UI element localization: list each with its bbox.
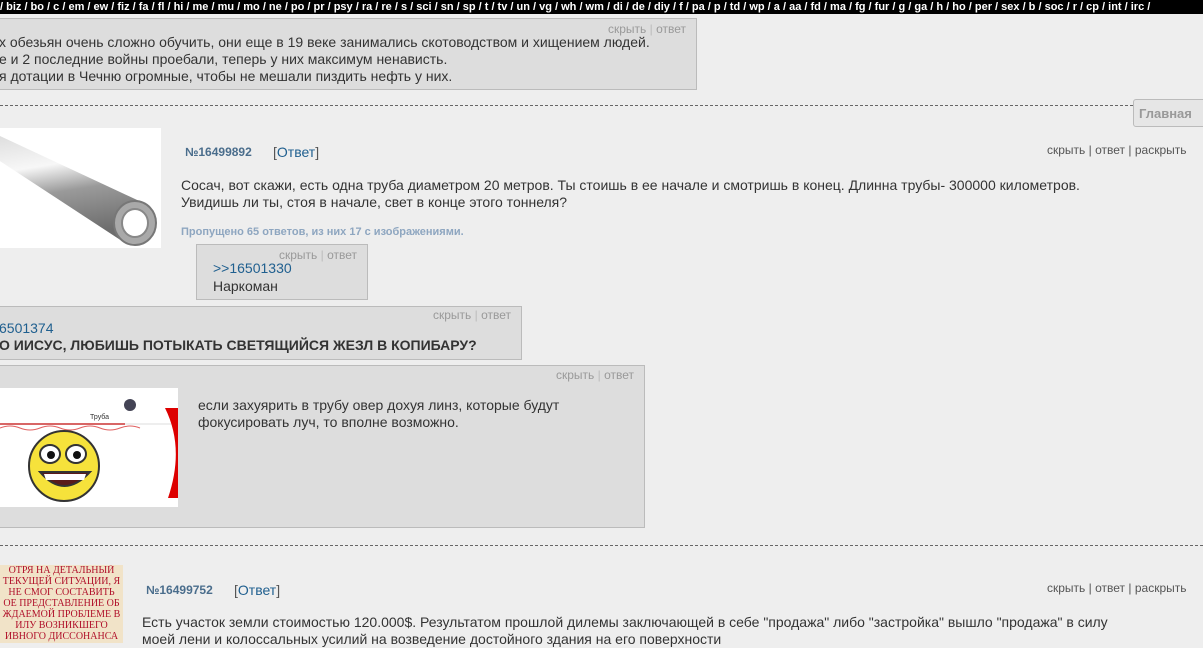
expand-link[interactable]: раскрыть	[1135, 581, 1187, 595]
hide-link[interactable]: скрыть	[433, 308, 471, 322]
post-text: Есть участок земли стоимостью 120.000$. …	[142, 614, 1108, 630]
reply-link[interactable]: ответ	[1095, 143, 1125, 157]
expand-link[interactable]: раскрыть	[1135, 143, 1187, 157]
reply-link[interactable]: ответ	[327, 248, 357, 262]
reply-link[interactable]: ответ	[656, 22, 686, 36]
reply-link[interactable]: ответ	[1095, 581, 1125, 595]
hide-link[interactable]: скрыть	[1047, 581, 1085, 595]
reply-image[interactable]: Труба	[0, 388, 178, 507]
image-text-line: ЖДАЕМОЙ ПРОБЛЕМЕ В	[2, 609, 121, 620]
post-number[interactable]: №16499752	[146, 583, 213, 597]
pipe-icon	[0, 136, 157, 246]
pipe-image[interactable]	[0, 128, 161, 248]
quote-link[interactable]: >>16501330	[213, 260, 292, 277]
home-button[interactable]: Главная	[1133, 99, 1203, 127]
post-text: х обезьян очень сложно обучить, они еще …	[0, 34, 650, 50]
reply-link[interactable]: Ответ	[277, 144, 315, 160]
thread-divider	[0, 105, 1203, 106]
omitted-replies: Пропущено 65 ответов, из них 17 с изобра…	[181, 226, 464, 238]
post-text: Увидишь ли ты, стоя в начале, свет в кон…	[181, 194, 568, 210]
reply-link[interactable]: Ответ	[238, 582, 276, 598]
text-image[interactable]: ОТРЯ НА ДЕТАЛЬНЫЙ ТЕКУЩЕЙ СИТУАЦИИ, Я НЕ…	[0, 565, 123, 643]
post-actions: скрыть | ответ | раскрыть	[1047, 581, 1187, 595]
thread-divider	[0, 545, 1203, 546]
quote-link[interactable]: 6501374	[0, 320, 54, 337]
post-actions: скрыть | ответ	[433, 308, 511, 322]
separator: |	[1088, 581, 1092, 595]
separator: |	[474, 308, 478, 322]
post-text: е и 2 последние войны проебали, теперь у…	[0, 51, 448, 67]
image-text-line: ТЕКУЩЕЙ СИТУАЦИИ, Я	[2, 576, 121, 587]
image-text-line: ОТРЯ НА ДЕТАЛЬНЫЙ	[8, 565, 115, 576]
separator: |	[320, 248, 324, 262]
hide-link[interactable]: скрыть	[1047, 143, 1085, 157]
reply-link[interactable]: ответ	[481, 308, 511, 322]
image-text-line: ИВНОГО ДИССОНАНСА	[4, 631, 119, 642]
separator: |	[597, 368, 601, 382]
reply-link[interactable]: ответ	[604, 368, 634, 382]
diagram-image: Труба	[0, 399, 178, 502]
post-number[interactable]: №16499892	[185, 145, 252, 159]
post-text: я дотации в Чечню огромные, чтобы не меш…	[0, 68, 453, 84]
post-text: если захуярить в трубу овер дохуя линз, …	[198, 397, 560, 413]
reply-button: [Ответ]	[273, 144, 320, 160]
reply-button: [Ответ]	[234, 582, 281, 598]
post-actions: скрыть | ответ	[556, 368, 634, 382]
separator: |	[1128, 581, 1132, 595]
post-text: моей лени и колоссальных усилий на возве…	[142, 631, 722, 647]
post-text: Сосач, вот скажи, есть одна труба диамет…	[181, 177, 1080, 193]
boards-nav[interactable]: / biz / bo / c / em / ew / fiz / fa / fl…	[0, 0, 1203, 14]
separator: |	[1128, 143, 1132, 157]
image-text-line: ОЕ ПРЕДСТАВЛЕНИЕ ОБ	[3, 598, 120, 609]
separator: |	[1088, 143, 1092, 157]
image-label: Труба	[90, 413, 109, 421]
post-actions: скрыть | ответ | раскрыть	[1047, 143, 1187, 157]
post-text: О ИИСУС, ЛЮБИШЬ ПОТЫКАТЬ СВЕТЯЩИЙСЯ ЖЕЗЛ…	[0, 337, 477, 353]
image-text-line: НЕ СМОГ СОСТАВИТЬ	[8, 587, 115, 598]
image-text-line: ИЛУ ВОЗНИКШЕГО	[15, 620, 108, 631]
separator: |	[649, 22, 653, 36]
hide-link[interactable]: скрыть	[556, 368, 594, 382]
post-text: Наркоман	[213, 278, 278, 294]
post-text: фокусировать луч, то вполне возможно.	[198, 414, 459, 430]
